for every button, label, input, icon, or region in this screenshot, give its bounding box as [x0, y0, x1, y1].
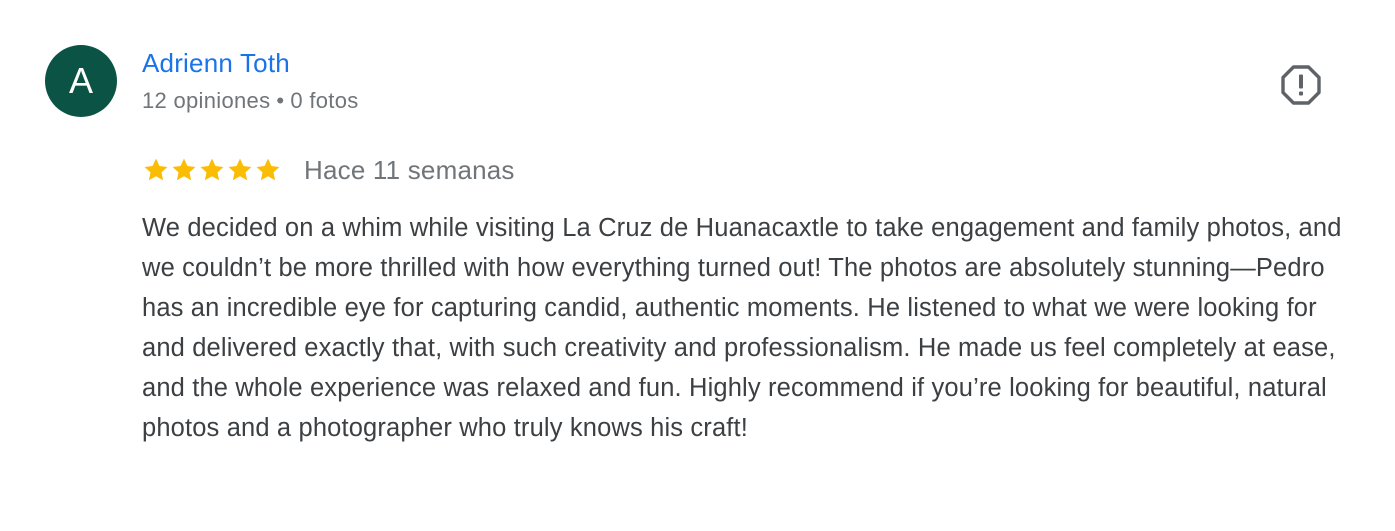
meta-separator: • [276, 88, 285, 113]
review-text: We decided on a whim while visiting La C… [142, 214, 1342, 442]
star-rating [142, 156, 282, 184]
star-icon [200, 158, 224, 181]
reviewer-avatar[interactable]: A [45, 45, 117, 117]
rating-row: Hace 11 semanas [142, 153, 515, 187]
star-icon [144, 158, 168, 181]
reviewer-name-link[interactable]: Adrienn Toth [142, 46, 290, 80]
avatar-initial: A [68, 60, 93, 101]
report-icon [1281, 65, 1321, 105]
reviews-count: 12 opiniones [142, 88, 271, 113]
report-review-button[interactable] [1280, 64, 1322, 106]
star-icon [256, 158, 280, 181]
photos-count: 0 fotos [290, 88, 359, 113]
star-icon [228, 158, 252, 181]
review-card: A Adrienn Toth 12 opiniones • 0 fotos Hace… [0, 0, 1395, 531]
reviewer-meta: 12 opiniones • 0 fotos [142, 87, 359, 115]
star-icon [172, 158, 196, 181]
review-date: Hace 11 semanas [304, 155, 515, 185]
